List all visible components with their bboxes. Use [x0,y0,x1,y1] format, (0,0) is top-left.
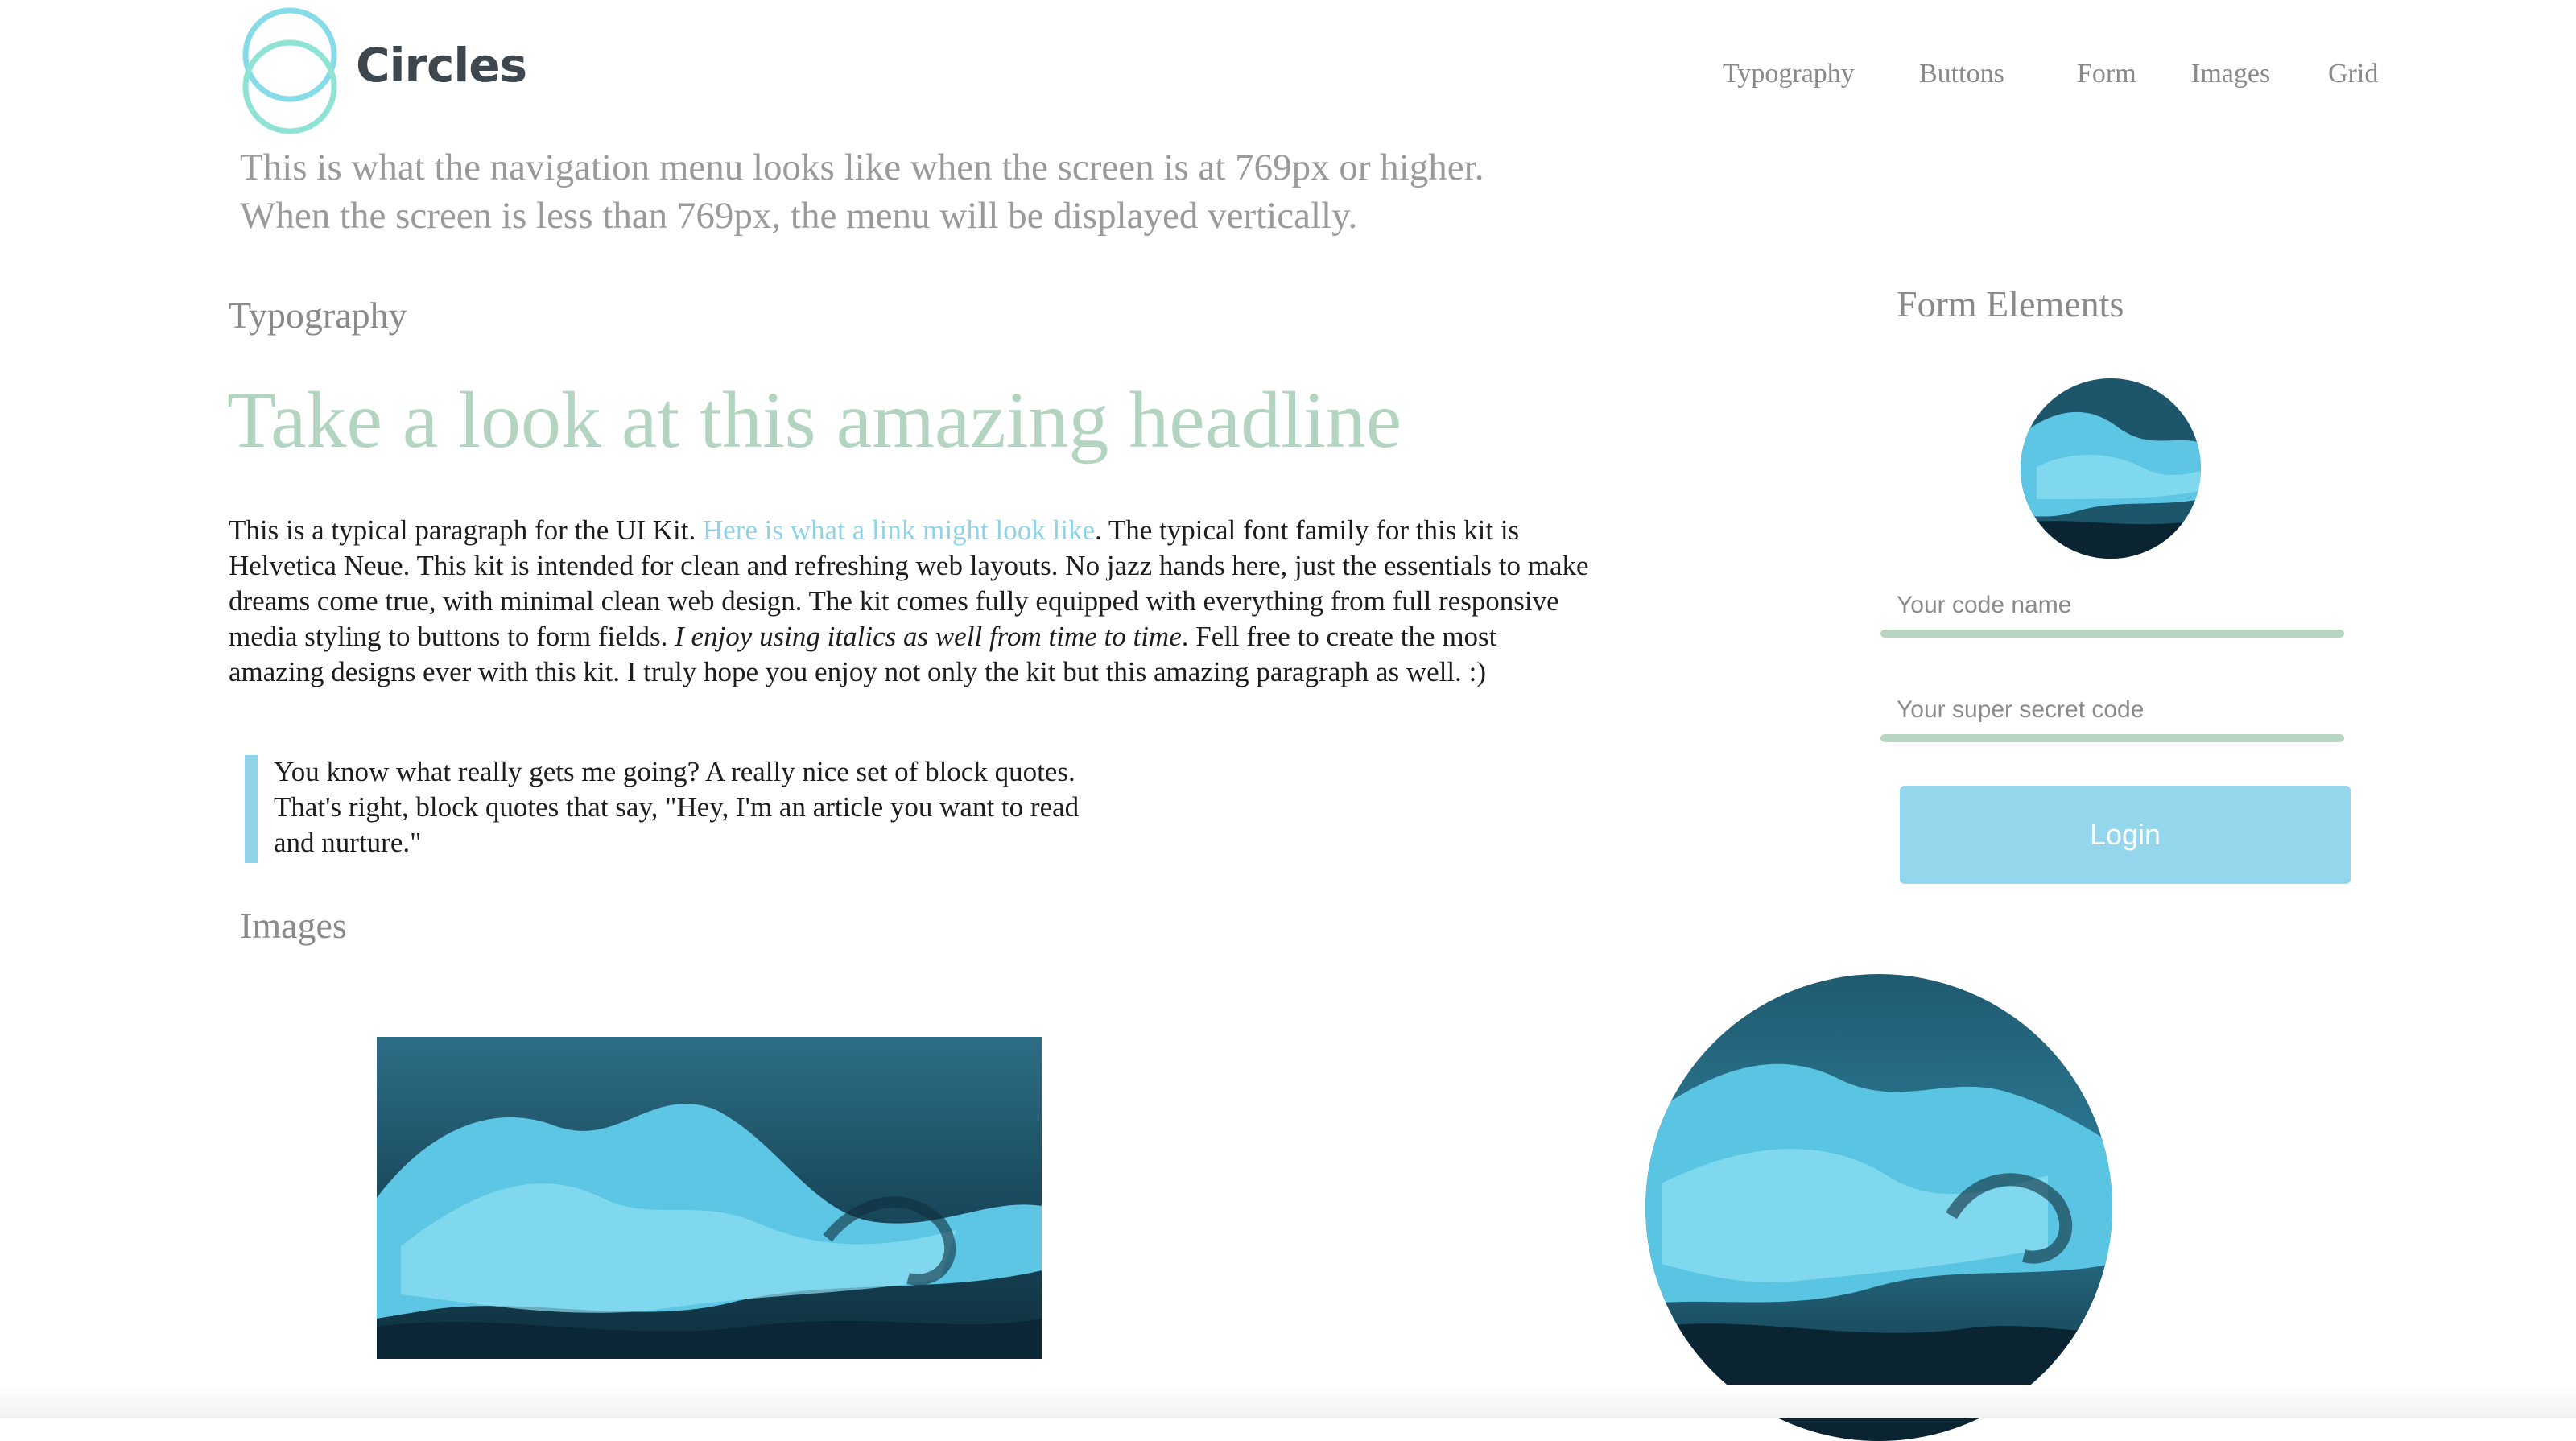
paragraph-italic: I enjoy using italics as well from time … [675,621,1182,652]
main-nav: Typography Buttons Form Images Grid [1723,56,2378,92]
wave-image-circle-large [1645,974,2112,1441]
images-section-title: Images [240,905,347,946]
blockquote-bar [245,755,258,863]
nav-item-typography[interactable]: Typography [1723,56,1855,92]
paragraph-link[interactable]: Here is what a link might look like [703,514,1095,546]
nav-item-buttons[interactable]: Buttons [1919,56,2004,92]
secret-code-field-underline [1880,734,2344,742]
codename-field[interactable] [1880,580,2347,630]
nav-item-images[interactable]: Images [2191,56,2270,92]
page-bottom-edge [0,1385,2576,1418]
codename-field-underline [1880,630,2344,638]
nav-note-line-2: When the screen is less than 769px, the … [240,195,1358,237]
brand-name[interactable]: Circles [356,42,527,89]
nav-item-form[interactable]: Form [2077,56,2136,92]
headline: Take a look at this amazing headline [227,375,1402,465]
form-section-title: Form Elements [1897,283,2124,324]
interlocking-circles-icon [242,7,337,134]
body-paragraph: This is a typical paragraph for the UI K… [229,513,1589,690]
typography-section-title: Typography [229,295,407,336]
secret-code-field[interactable] [1880,684,2347,734]
blockquote: You know what really gets me going? A re… [274,756,1080,858]
wave-image-rectangle [377,1037,1042,1359]
login-button[interactable]: Login [1900,786,2351,884]
paragraph-text-1: This is a typical paragraph for the UI K… [229,514,703,546]
nav-item-grid[interactable]: Grid [2328,56,2378,92]
nav-note-line-1: This is what the navigation menu looks l… [240,147,1484,188]
avatar [2021,378,2201,559]
nav-note: This is what the navigation menu looks l… [240,143,1689,240]
logo-icon[interactable] [238,5,341,135]
